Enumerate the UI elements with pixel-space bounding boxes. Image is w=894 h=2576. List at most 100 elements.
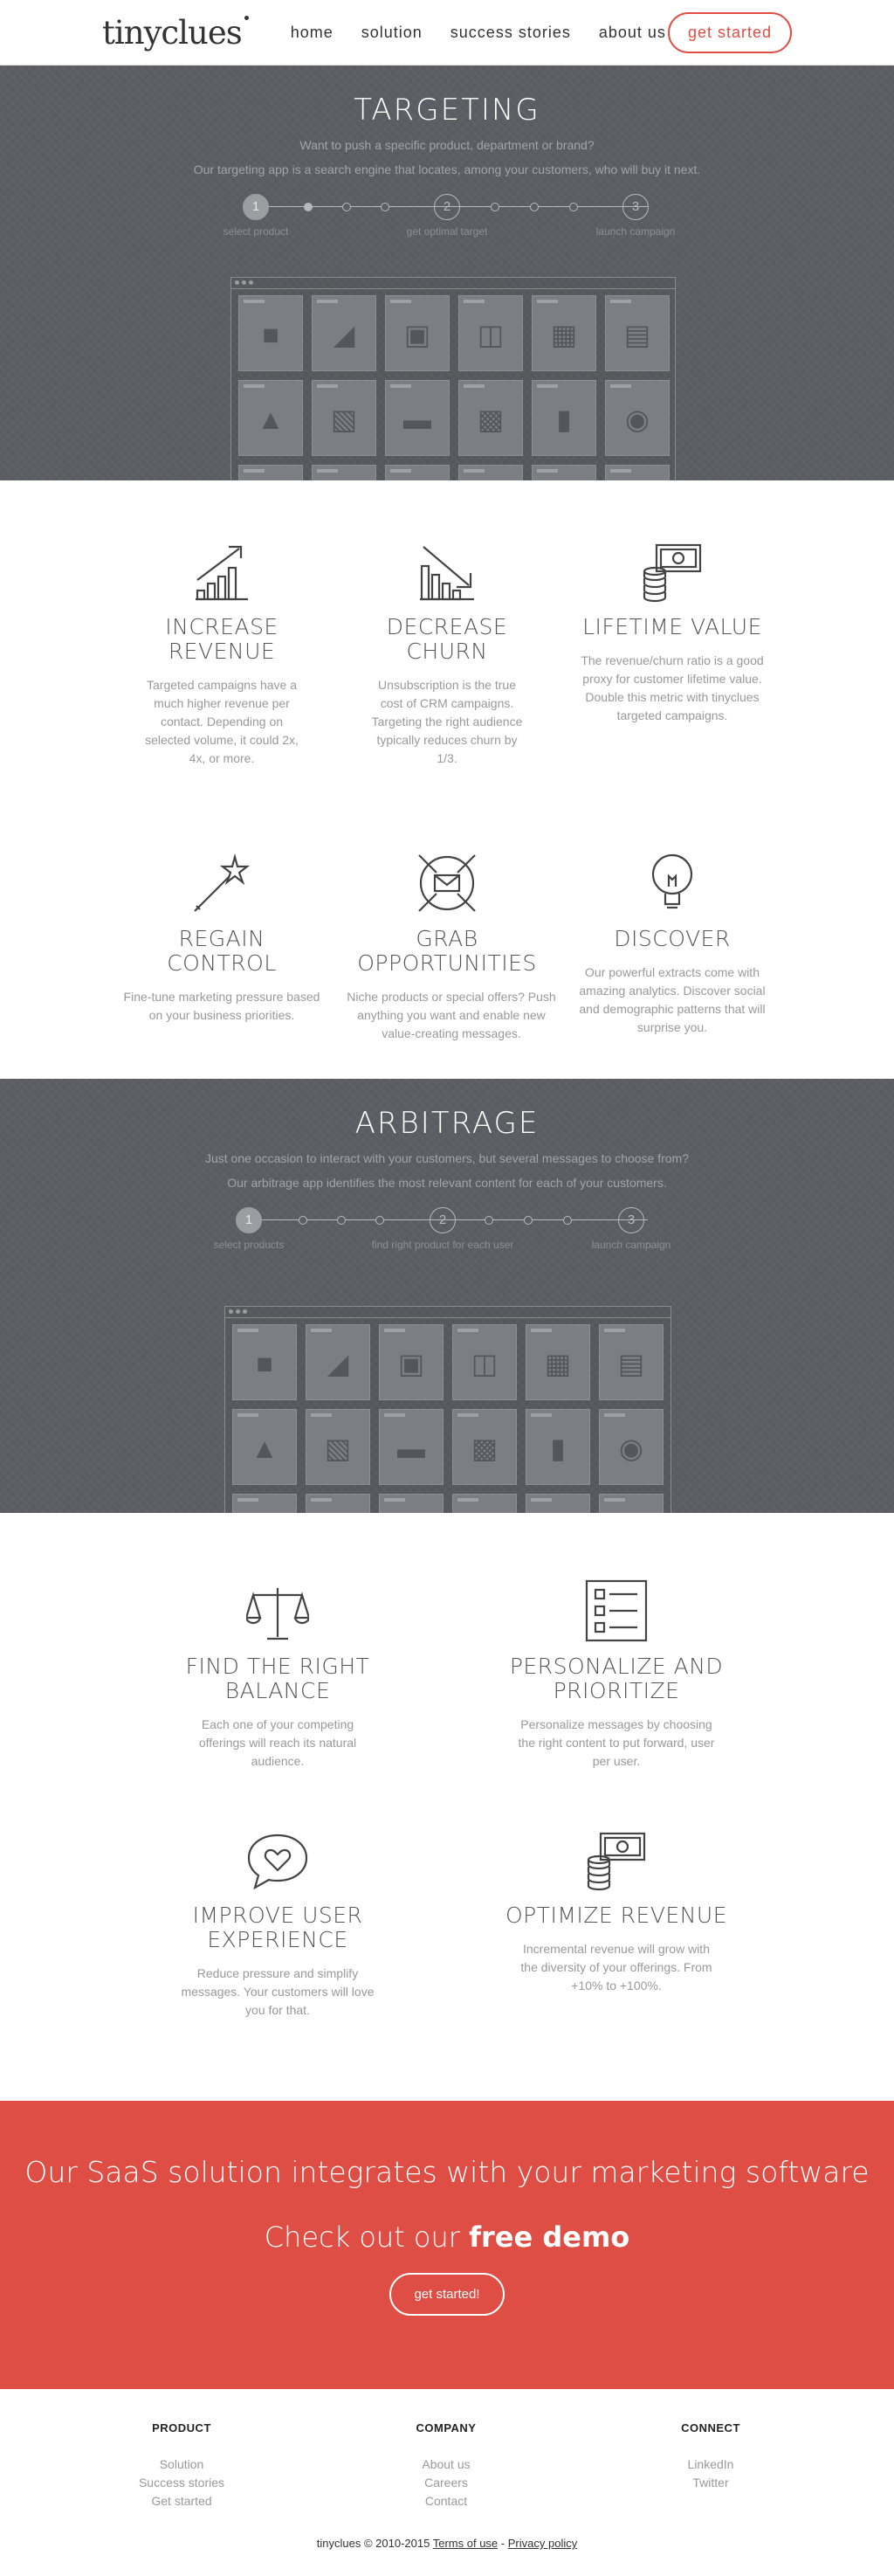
targeting-hero: TARGETING Want to push a specific produc… (0, 66, 894, 480)
benefit-decrease-churn: DECREASE CHURN Unsubscription is the tru… (347, 533, 547, 768)
footer-link-about-us[interactable]: About us (385, 2455, 507, 2474)
cap-icon: ▲ (232, 1409, 297, 1485)
footer-link-twitter[interactable]: Twitter (650, 2474, 772, 2492)
benefit-personalize: PERSONALIZE AND PRIORITIZE Personalize m… (477, 1572, 756, 1771)
footer-col-company: COMPANY About us Careers Contact (385, 2421, 507, 2510)
benefit-grab-opportunities: GRAB OPPORTUNITIES Niche products or spe… (347, 845, 556, 1043)
banner-get-started-button[interactable]: get started! (389, 2273, 505, 2316)
benefit-discover: DISCOVER Our powerful extracts come with… (572, 845, 773, 1043)
benefit-text: Our powerful extracts come with amazing … (579, 965, 766, 1034)
chart-down-icon (420, 546, 474, 601)
luggage-icon: ▦ (532, 295, 596, 371)
step-2[interactable]: 2 (430, 1207, 456, 1233)
step-3[interactable]: 3 (618, 1207, 644, 1233)
benefit-text: Unsubscription is the true cost of CRM c… (371, 678, 523, 765)
targeting-line2: Our targeting app is a search engine tha… (193, 162, 701, 176)
benefit-regain-control: REGAIN CONTROL Fine-tune marketing press… (121, 845, 322, 1043)
nav-home[interactable]: home (291, 24, 334, 42)
chart-up-icon (196, 545, 248, 601)
benefit-optimize-revenue: OPTIMIZE REVENUE Incremental revenue wil… (477, 1821, 756, 2020)
footer: PRODUCT Solution Success stories Get sta… (0, 2389, 894, 2571)
gamepad-icon: ◉ (599, 1409, 664, 1485)
get-started-button[interactable]: get started (667, 11, 792, 53)
tie-icon: ◢ (312, 295, 376, 371)
toaster-icon: ▩ (458, 380, 523, 456)
nav-about-us[interactable]: about us (599, 24, 666, 42)
list-icon (585, 1579, 648, 1642)
footer-link-success-stories[interactable]: Success stories (120, 2474, 243, 2492)
step-3-label: launch campaign (591, 1239, 671, 1251)
handbag-icon: ▧ (312, 380, 376, 456)
footer-link-linkedin[interactable]: LinkedIn (650, 2455, 772, 2474)
benefit-lifetime-value: LIFETIME VALUE The revenue/churn ratio i… (572, 533, 773, 768)
privacy-link[interactable]: Privacy policy (508, 2537, 577, 2550)
step-1-label: select product (223, 225, 289, 238)
bag-icon: ■ (232, 1324, 297, 1400)
footer-link-solution[interactable]: Solution (120, 2455, 243, 2474)
toaster-icon: ▩ (452, 1409, 517, 1485)
benefit-user-experience: IMPROVE USER EXPERIENCE Reduce pressure … (138, 1821, 417, 2020)
cap-icon: ▲ (238, 380, 303, 456)
nav-success-stories[interactable]: success stories (450, 24, 571, 42)
game-icon: ▣ (379, 1324, 444, 1400)
step-3[interactable]: 3 (622, 194, 649, 220)
stapler-icon: ▬ (379, 1409, 444, 1485)
benefit-title: REGAIN CONTROL (167, 926, 277, 976)
benefit-text: Niche products or special offers? Push a… (347, 990, 556, 1040)
lightbulb-icon (651, 853, 693, 909)
benefit-title: OPTIMIZE REVENUE (505, 1903, 728, 1928)
footer-link-get-started[interactable]: Get started (120, 2492, 243, 2510)
luggage-icon: ▦ (526, 1324, 590, 1400)
cassette-icon: ▤ (605, 295, 670, 371)
terms-link[interactable]: Terms of use (433, 2537, 498, 2550)
benefit-title: DECREASE CHURN (386, 614, 508, 664)
arbitrage-title: ARBITRAGE (354, 1106, 540, 1141)
money-icon (587, 1832, 646, 1891)
benefit-title: PERSONALIZE AND PRIORITIZE (509, 1654, 724, 1703)
nav-solution[interactable]: solution (361, 24, 423, 42)
benefit-title: LIFETIME VALUE (582, 614, 762, 639)
step-1[interactable]: 1 (236, 1207, 262, 1233)
app-mockup: ■ ◢ ▣ ◫ ▦ ▤ ▲ ▧ ▬ ▩ ▮ ◉ (230, 277, 676, 480)
banner-subtitle: Check out our free demo (264, 2220, 630, 2254)
benefit-title: GRAB OPPORTUNITIES (357, 926, 537, 976)
scales-icon (246, 1588, 309, 1640)
radio-icon: ◫ (458, 295, 523, 371)
benefit-text: Each one of your competing offerings wil… (198, 1717, 357, 1768)
benefit-increase-revenue: INCREASE REVENUE Targeted campaigns have… (121, 533, 322, 768)
magic-wand-icon (194, 853, 251, 912)
targeting-title: TARGETING (354, 93, 540, 128)
top-nav: tinyclues home solution success stories … (0, 0, 894, 66)
benefit-text: Targeted campaigns have a much higher re… (145, 678, 299, 765)
heart-bubble-icon (247, 1834, 308, 1890)
step-3-label: launch campaign (595, 225, 676, 238)
arbitrage-hero: ARBITRAGE Just one occasion to interact … (0, 1079, 894, 1513)
demo-banner: Our SaaS solution integrates with your m… (0, 2101, 894, 2389)
benefit-find-balance: FIND THE RIGHT BALANCE Each one of your … (138, 1572, 417, 1771)
app-mockup: ■ ◢ ▣ ◫ ▦ ▤ ▲ ▧ ▬ ▩ ▮ ◉ (224, 1306, 671, 1513)
copyright: tinyclues © 2010-2015 Terms of use - Pri… (316, 2537, 578, 2550)
step-2[interactable]: 2 (434, 194, 460, 220)
sd-card-icon: ▮ (532, 380, 596, 456)
arbitrage-steps: 1 2 3 select products find right product… (214, 1207, 674, 1260)
footer-link-careers[interactable]: Careers (385, 2474, 507, 2492)
benefit-text: Incremental revenue will grow with the d… (520, 1942, 712, 1992)
footer-link-contact[interactable]: Contact (385, 2492, 507, 2510)
arbitrage-benefits: FIND THE RIGHT BALANCE Each one of your … (0, 1513, 894, 2101)
banner-title: Our SaaS solution integrates with your m… (24, 2155, 870, 2189)
targeting-line1: Want to push a specific product, departm… (299, 138, 595, 152)
benefit-text: Fine-tune marketing pressure based on yo… (123, 990, 320, 1022)
footer-col-connect: CONNECT LinkedIn Twitter (650, 2421, 772, 2510)
step-1-label: select products (213, 1239, 285, 1251)
logo[interactable]: tinyclues (102, 14, 249, 52)
stapler-icon: ▬ (385, 380, 450, 456)
tie-icon: ◢ (306, 1324, 370, 1400)
benefit-title: DISCOVER (614, 926, 731, 951)
targeting-benefits: INCREASE REVENUE Targeted campaigns have… (0, 480, 894, 1079)
main-menu: home solution success stories about us (291, 24, 668, 42)
step-1[interactable]: 1 (243, 194, 269, 220)
benefit-title: IMPROVE USER EXPERIENCE (192, 1903, 363, 1952)
envelope-target-icon (418, 854, 476, 912)
bag-icon: ■ (238, 295, 303, 371)
benefit-title: INCREASE REVENUE (165, 614, 279, 664)
